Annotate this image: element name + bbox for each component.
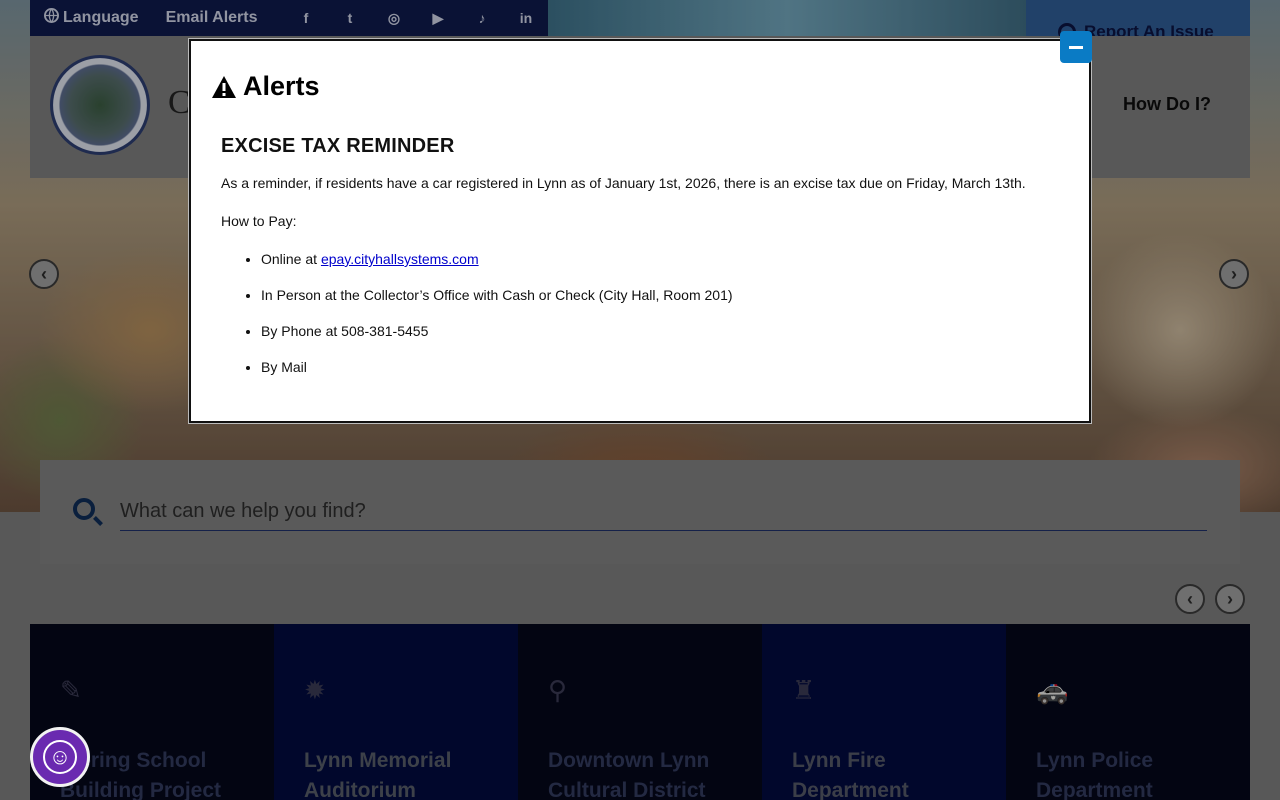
payment-options-list: Online at epay.cityhallsystems.com In Pe… — [221, 251, 1071, 375]
modal-heading: Alerts — [211, 71, 320, 102]
minus-icon — [1069, 45, 1083, 49]
alert-title: EXCISE TAX REMINDER — [221, 135, 455, 157]
payment-option-online: Online at epay.cityhallsystems.com — [261, 251, 1071, 267]
alert-intro: As a reminder, if residents have a car r… — [221, 175, 1026, 191]
alert-content: EXCISE TAX REMINDER As a reminder, if re… — [221, 135, 1071, 395]
payment-option-mail: By Mail — [261, 359, 1071, 375]
epay-link[interactable]: epay.cityhallsystems.com — [321, 251, 479, 267]
modal-heading-text: Alerts — [243, 71, 320, 101]
minimize-alerts-button[interactable] — [1060, 31, 1092, 63]
accessibility-button[interactable]: ☺ — [30, 727, 90, 787]
warning-icon — [211, 75, 237, 99]
payment-option-in-person: In Person at the Collector’s Office with… — [261, 287, 1071, 303]
how-to-pay-label: How to Pay: — [221, 213, 297, 229]
alerts-modal: Alerts EXCISE TAX REMINDER As a reminder… — [189, 31, 1092, 423]
payment-option-phone: By Phone at 508-381-5455 — [261, 323, 1071, 339]
online-prefix: Online at — [261, 251, 321, 267]
accessibility-icon: ☺ — [43, 740, 77, 774]
